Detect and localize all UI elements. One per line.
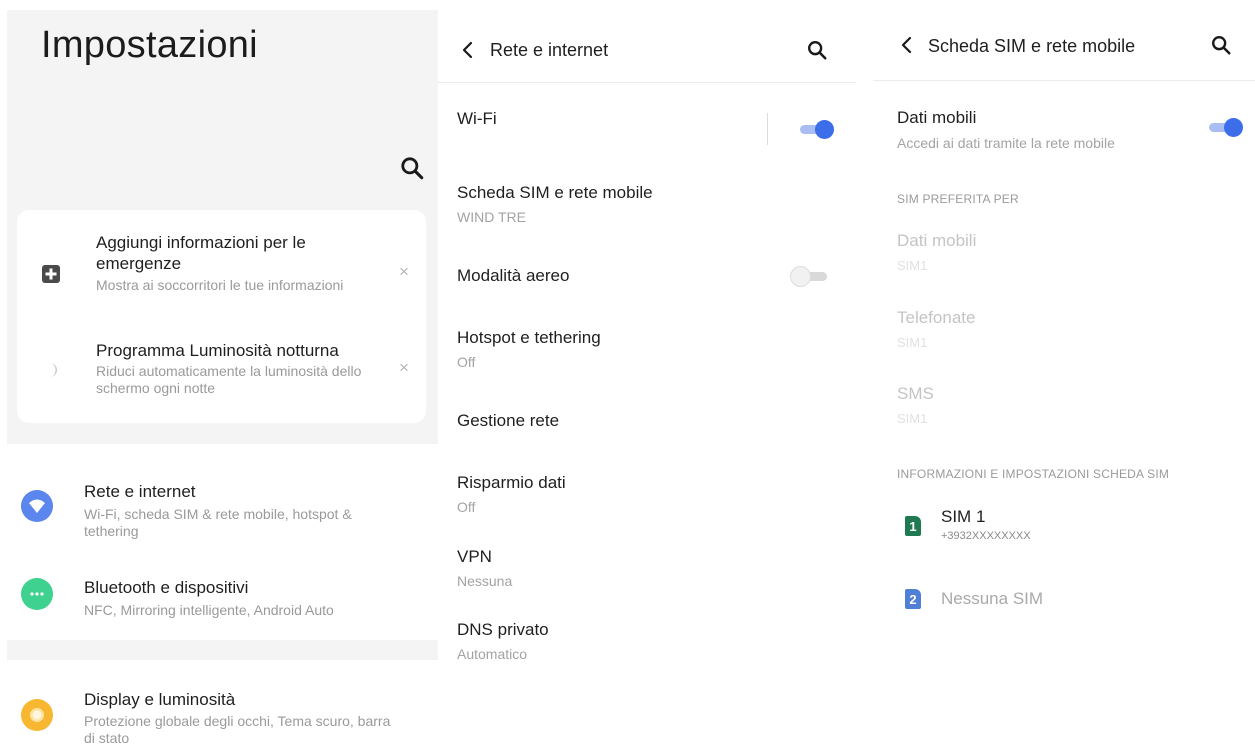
network-item-subtitle: Automatico bbox=[457, 646, 528, 662]
preferred-title: Dati mobili bbox=[897, 231, 977, 250]
search-icon[interactable] bbox=[806, 39, 828, 61]
toggle-knob bbox=[1224, 118, 1243, 137]
search-icon[interactable] bbox=[1210, 34, 1232, 56]
network-item-title: Hotspot e tethering bbox=[457, 328, 601, 347]
moon-icon bbox=[50, 363, 57, 377]
toggle-knob bbox=[791, 267, 810, 286]
toggle-knob bbox=[815, 120, 834, 139]
settings-item-network[interactable]: Rete e internet Wi-Fi, scheda SIM & rete… bbox=[7, 474, 438, 544]
suggestion-title: Programma Luminosità notturna bbox=[96, 341, 339, 360]
network-item-title: VPN bbox=[457, 547, 492, 566]
dismiss-button[interactable]: × bbox=[399, 358, 409, 378]
sim2-row[interactable]: 2 Nessuna SIM bbox=[873, 585, 1255, 615]
settings-item-title: Display e luminosità bbox=[84, 690, 236, 709]
header-divider bbox=[873, 80, 1255, 81]
settings-item-subtitle: NFC, Mirroring intelligente, Android Aut… bbox=[84, 602, 334, 618]
settings-item-bluetooth[interactable]: Bluetooth e dispositivi NFC, Mirroring i… bbox=[7, 568, 438, 624]
settings-group: Display e luminosità Protezione globale … bbox=[7, 660, 438, 744]
network-item-subtitle: Off bbox=[457, 354, 476, 370]
preferred-calls: Telefonate SIM1 bbox=[873, 306, 1255, 351]
page-title: Scheda SIM e rete mobile bbox=[928, 36, 1136, 56]
preferred-mobile-data: Dati mobili SIM1 bbox=[873, 229, 1255, 274]
section-header-preferred: SIM PREFERITA PER bbox=[897, 192, 1019, 206]
settings-group: Rete e internet Wi-Fi, scheda SIM & rete… bbox=[7, 444, 438, 640]
network-item-dns[interactable]: DNS privato Automatico bbox=[438, 617, 856, 663]
network-item-title: Wi-Fi bbox=[457, 109, 497, 128]
suggestions-card: Aggiungi informazioni per le emergenze M… bbox=[17, 210, 426, 423]
screen-root: Impostazioni Aggiungi informazioni per l… bbox=[0, 0, 1255, 744]
wifi-icon bbox=[21, 490, 53, 522]
network-item-vpn[interactable]: VPN Nessuna bbox=[438, 544, 856, 590]
mobile-data-row[interactable]: Dati mobili Accedi ai dati tramite la re… bbox=[873, 106, 1255, 152]
preferred-subtitle: SIM1 bbox=[897, 335, 928, 350]
suggestion-emergency-info[interactable]: Aggiungi informazioni per le emergenze M… bbox=[17, 232, 426, 312]
dismiss-button[interactable]: × bbox=[399, 262, 409, 282]
settings-main-panel: Impostazioni Aggiungi informazioni per l… bbox=[7, 10, 438, 744]
sim2-title: Nessuna SIM bbox=[941, 589, 1044, 608]
sim1-number: +3932XXXXXXXX bbox=[941, 530, 1031, 542]
network-item-subtitle: WIND TRE bbox=[457, 209, 526, 225]
preferred-subtitle: SIM1 bbox=[897, 411, 928, 426]
mobile-data-subtitle: Accedi ai dati tramite la rete mobile bbox=[897, 135, 1115, 151]
preferred-title: Telefonate bbox=[897, 308, 976, 327]
settings-item-display[interactable]: Display e luminosità Protezione globale … bbox=[7, 684, 438, 744]
settings-item-subtitle: Protezione globale degli occhi, Tema scu… bbox=[84, 713, 391, 744]
back-arrow-icon[interactable] bbox=[897, 35, 917, 55]
sim1-title: SIM 1 bbox=[941, 507, 986, 526]
network-item-data-saver[interactable]: Risparmio dati Off bbox=[438, 470, 856, 516]
network-item-title: DNS privato bbox=[457, 620, 549, 639]
suggestion-night-light[interactable]: Programma Luminosità notturna Riduci aut… bbox=[17, 338, 426, 402]
settings-item-title: Bluetooth e dispositivi bbox=[84, 578, 249, 597]
sim1-row[interactable]: 1 SIM 1 +3932XXXXXXXX bbox=[873, 505, 1255, 545]
more-dots-icon bbox=[21, 578, 53, 610]
network-panel: Rete e internet Wi-Fi Scheda SIM e rete … bbox=[438, 0, 856, 744]
network-item-sim[interactable]: Scheda SIM e rete mobile WIND TRE bbox=[438, 180, 856, 226]
back-arrow-icon[interactable] bbox=[458, 40, 478, 60]
wifi-toggle[interactable] bbox=[800, 120, 834, 139]
network-item-wifi[interactable]: Wi-Fi bbox=[438, 105, 856, 145]
airplane-toggle[interactable] bbox=[791, 267, 827, 286]
network-item-airplane[interactable]: Modalità aereo bbox=[438, 262, 856, 292]
medical-plus-icon bbox=[42, 265, 60, 283]
section-header-sim-info: INFORMAZIONI E IMPOSTAZIONI SCHEDA SIM bbox=[897, 467, 1170, 481]
brightness-icon bbox=[21, 699, 53, 731]
mobile-data-toggle[interactable] bbox=[1209, 118, 1243, 137]
suggestion-subtitle: Riduci automaticamente la luminosità del… bbox=[96, 363, 362, 396]
network-item-hotspot[interactable]: Hotspot e tethering Off bbox=[438, 325, 856, 371]
network-item-subtitle: Nessuna bbox=[457, 573, 513, 589]
settings-item-subtitle: Wi-Fi, scheda SIM & rete mobile, hotspot… bbox=[84, 506, 352, 539]
search-icon[interactable] bbox=[399, 155, 425, 181]
page-title: Impostazioni bbox=[41, 24, 258, 66]
header-divider bbox=[438, 82, 856, 83]
suggestion-subtitle: Mostra ai soccorritori le tue informazio… bbox=[96, 277, 344, 293]
network-item-title: Modalità aereo bbox=[457, 266, 570, 285]
network-item-management[interactable]: Gestione rete bbox=[438, 407, 856, 437]
page-title: Rete e internet bbox=[490, 40, 609, 60]
preferred-title: SMS bbox=[897, 384, 934, 403]
network-item-subtitle: Off bbox=[457, 499, 476, 515]
settings-item-title: Rete e internet bbox=[84, 482, 196, 501]
preferred-sms: SMS SIM1 bbox=[873, 382, 1255, 427]
suggestion-title: Aggiungi informazioni per le emergenze bbox=[96, 233, 306, 273]
sim-panel: Scheda SIM e rete mobile Dati mobili Acc… bbox=[873, 0, 1255, 744]
preferred-subtitle: SIM1 bbox=[897, 258, 928, 273]
network-item-title: Gestione rete bbox=[457, 411, 560, 430]
network-item-title: Risparmio dati bbox=[457, 473, 566, 492]
network-item-title: Scheda SIM e rete mobile bbox=[457, 183, 653, 202]
sim-card-icon: 2 bbox=[905, 589, 921, 609]
mobile-data-title: Dati mobili bbox=[897, 108, 977, 127]
vertical-divider bbox=[767, 113, 768, 145]
sim-card-icon: 1 bbox=[905, 516, 921, 536]
